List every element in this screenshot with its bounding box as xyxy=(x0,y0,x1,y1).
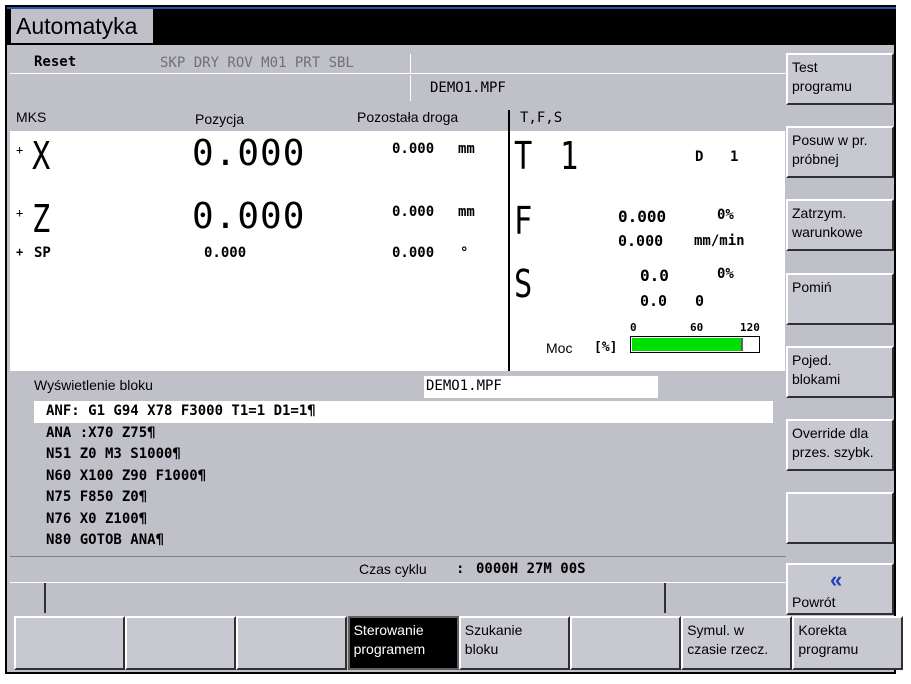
spindle-unit: ° xyxy=(460,245,469,261)
block-line: ANA :X70 Z75¶ xyxy=(46,424,156,441)
panel-divider xyxy=(508,110,510,371)
axis-x-position: 0.000 xyxy=(192,133,306,174)
cycle-divider-top xyxy=(10,556,786,557)
header-pozycja: Pozycja xyxy=(195,111,245,127)
tfs-panel xyxy=(510,131,785,371)
axis-x-marker: + xyxy=(16,143,24,157)
feed-label: F xyxy=(514,199,533,243)
axis-z-unit: mm xyxy=(458,204,475,220)
tool-d-number: 1 xyxy=(730,149,739,165)
reset-status: Reset xyxy=(34,54,77,70)
axis-x-name: X xyxy=(32,134,51,178)
axis-z-position: 0.000 xyxy=(192,196,306,237)
cycle-label: Czas cyklu xyxy=(359,561,427,577)
axis-x-remaining: 0.000 xyxy=(392,141,435,157)
spindle-remaining: 0.000 xyxy=(392,245,435,261)
tool-d-label: D xyxy=(695,149,704,165)
skip-button[interactable]: Pomiń xyxy=(786,273,894,325)
softkey-empty-2[interactable] xyxy=(125,616,237,670)
program-row: DEMO1.MPF xyxy=(10,75,786,101)
block-display-file: DEMO1.MPF xyxy=(424,376,658,398)
rapid-override-button[interactable]: Override dla przes. szybk. xyxy=(786,419,894,471)
conditional-stop-button[interactable]: Zatrzym. warunkowe xyxy=(786,199,894,251)
program-divider xyxy=(410,75,411,101)
power-scale-min: 0 xyxy=(630,321,637,334)
power-scale-mid: 60 xyxy=(690,321,704,334)
block-search-button[interactable]: Szukanie bloku xyxy=(458,616,570,670)
feed-unit: mm/min xyxy=(694,233,745,249)
power-bar xyxy=(630,336,760,353)
speed-value3: 0 xyxy=(695,292,705,310)
status-divider xyxy=(410,54,411,74)
speed-value: 0.0 xyxy=(640,266,669,285)
block-line: N75 F850 Z0¶ xyxy=(46,489,148,505)
empty-softkey-button[interactable] xyxy=(786,492,894,544)
power-label: Moc xyxy=(546,340,573,356)
softkey-empty-6[interactable] xyxy=(570,616,681,670)
cycle-time: 0000H 27M 00S xyxy=(476,561,586,577)
program-correction-button[interactable]: Korekta programu xyxy=(792,616,904,670)
dry-run-feed-button[interactable]: Posuw w pr. próbnej xyxy=(786,126,894,178)
softkey-empty-1[interactable] xyxy=(14,616,125,670)
tool-number: 1 xyxy=(560,134,579,178)
single-block-button[interactable]: Pojed. blokami xyxy=(786,346,894,398)
block-display-label: Wyświetlenie bloku xyxy=(34,377,153,393)
header-pozostala: Pozostała droga xyxy=(357,109,459,125)
axis-x-unit: mm xyxy=(458,141,475,157)
realtime-simulation-button[interactable]: Symul. w czasie rzecz. xyxy=(681,616,793,670)
program-file: DEMO1.MPF xyxy=(430,80,506,96)
softkey-empty-3[interactable] xyxy=(236,616,348,670)
speed-label: S xyxy=(514,262,533,306)
test-program-button[interactable]: Test programu xyxy=(786,53,894,105)
block-line: N51 Z0 M3 S1000¶ xyxy=(46,446,181,462)
program-control-button[interactable]: Sterowanie programem xyxy=(347,616,459,670)
axis-z-marker: + xyxy=(16,206,24,220)
speed-override: 0% xyxy=(717,266,734,282)
message-divider-left xyxy=(44,583,46,613)
feed-override: 0% xyxy=(717,207,734,223)
axis-z-name: Z xyxy=(32,197,51,241)
status-row: Reset SKP DRY ROV M01 PRT SBL xyxy=(10,54,786,74)
spindle-position: 0.000 xyxy=(204,245,247,261)
message-line xyxy=(10,583,786,613)
message-divider-right xyxy=(664,583,666,613)
power-unit: [%] xyxy=(594,340,618,355)
power-bar-fill xyxy=(632,338,743,351)
block-line: ANF: G1 G94 X78 F3000 T1=1 D1=1¶ xyxy=(46,403,316,419)
header-tfs: T,F,S xyxy=(520,110,563,126)
speed-value2: 0.0 xyxy=(640,292,668,310)
block-line: N60 X100 Z90 F1000¶ xyxy=(46,467,207,484)
tool-label: T xyxy=(514,134,533,178)
header-mks: MKS xyxy=(16,109,47,125)
block-line: N80 GOTOB ANA¶ xyxy=(46,532,165,548)
spindle-marker: + xyxy=(16,245,24,259)
cycle-separator: : xyxy=(456,561,465,577)
feed-value: 0.000 xyxy=(618,207,667,226)
page-title: Automatyka xyxy=(11,9,153,43)
block-line: N76 X0 Z100¶ xyxy=(46,510,148,527)
back-icon: « xyxy=(830,567,843,592)
power-scale-max: 120 xyxy=(740,321,760,334)
mode-flags: SKP DRY ROV M01 PRT SBL xyxy=(160,55,354,71)
axis-z-remaining: 0.000 xyxy=(392,204,435,220)
spindle-name: SP xyxy=(34,245,51,261)
feed-value2: 0.000 xyxy=(618,232,664,250)
